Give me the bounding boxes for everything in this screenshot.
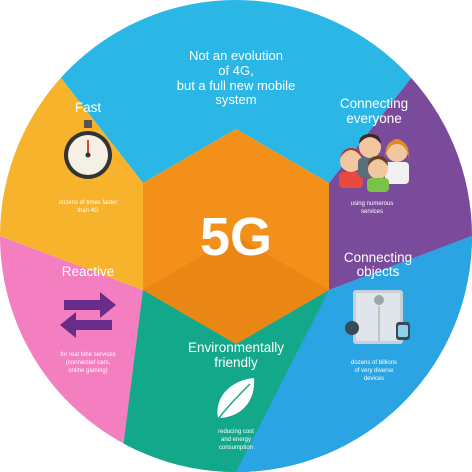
environment-caption-3: consumption <box>219 445 253 451</box>
objects-caption-1: dozens of billions <box>351 360 397 366</box>
top-line-1: Not an evolution <box>189 48 283 63</box>
objects-caption-2: of very diverse <box>354 368 394 374</box>
5g-infographic: 5G Not an evolution of 4G, but a full ne… <box>0 0 472 472</box>
environment-caption-2: and energy <box>221 437 251 443</box>
reactive-caption-2: (connected cars, <box>66 360 111 366</box>
everyone-caption-1: using numerous <box>351 201 394 207</box>
devices-icon <box>345 290 410 344</box>
fast-title: Fast <box>75 100 102 115</box>
everyone-title-1: Connecting <box>340 96 408 111</box>
objects-title-1: Connecting <box>344 250 412 265</box>
top-line-4: system <box>215 92 256 107</box>
environment-title-1: Environmentally <box>188 340 284 355</box>
environment-title-2: friendly <box>214 355 258 370</box>
fast-caption-2: than 4G <box>77 208 99 214</box>
everyone-title-2: everyone <box>346 111 402 126</box>
top-line-2: of 4G, <box>218 63 253 78</box>
reactive-title: Reactive <box>62 264 115 279</box>
top-line-3: but a full new mobile <box>177 78 296 93</box>
everyone-caption-2: services <box>361 209 383 215</box>
fast-caption-1: dozens of times faster <box>59 200 118 206</box>
environment-caption-1: reducing cost <box>218 429 254 435</box>
objects-caption-3: devices <box>364 376 384 382</box>
center-label: 5G <box>200 207 272 267</box>
reactive-caption-1: for real time services <box>60 352 115 358</box>
reactive-caption-3: online gaming) <box>68 368 107 374</box>
objects-title-2: objects <box>357 264 400 279</box>
